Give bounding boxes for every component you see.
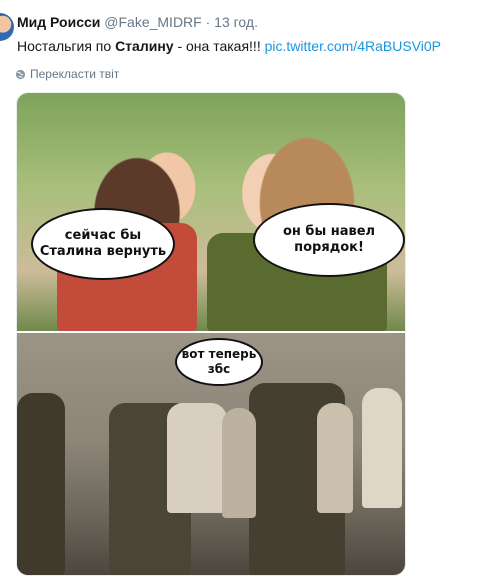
woman-figure	[222, 408, 256, 518]
tweet-text-part: - она такая!!!	[173, 38, 265, 54]
author-handle[interactable]: @Fake_MIDRF	[104, 14, 201, 30]
separator-dot: ·	[205, 14, 211, 30]
translate-label: Перекласти твіт	[30, 67, 120, 81]
speech-bubble-top-left: сейчас бы Сталина вернуть	[31, 208, 175, 280]
tweet-media-link[interactable]: pic.twitter.com/4RaBUSVi0P	[265, 38, 441, 54]
author-avatar[interactable]	[0, 13, 14, 41]
speech-bubble-bottom: вот теперь збс	[175, 338, 263, 386]
woman-figure	[362, 388, 402, 508]
speech-bubble-top-right: он бы навел порядок!	[253, 203, 405, 277]
women-row-figure	[167, 403, 227, 513]
tweet-text-part: Ностальгия по	[17, 38, 116, 54]
author-name[interactable]: Мид Роисси	[17, 14, 100, 30]
translate-tweet-button[interactable]: Перекласти твіт	[15, 67, 119, 81]
tweet-timestamp[interactable]: 13 год.	[214, 14, 258, 30]
tweet-image[interactable]: сейчас бы Сталина вернуть он бы навел по…	[16, 92, 406, 576]
soldier-left-figure	[17, 393, 65, 575]
tweet-text: Ностальгия по Сталину - она такая!!! pic…	[17, 38, 441, 54]
woman-figure	[317, 403, 353, 513]
tweet-text-bold: Сталину	[115, 38, 174, 54]
globe-icon	[15, 69, 26, 79]
tweet-header: Мид Роисси @Fake_MIDRF · 13 год.	[17, 14, 258, 30]
